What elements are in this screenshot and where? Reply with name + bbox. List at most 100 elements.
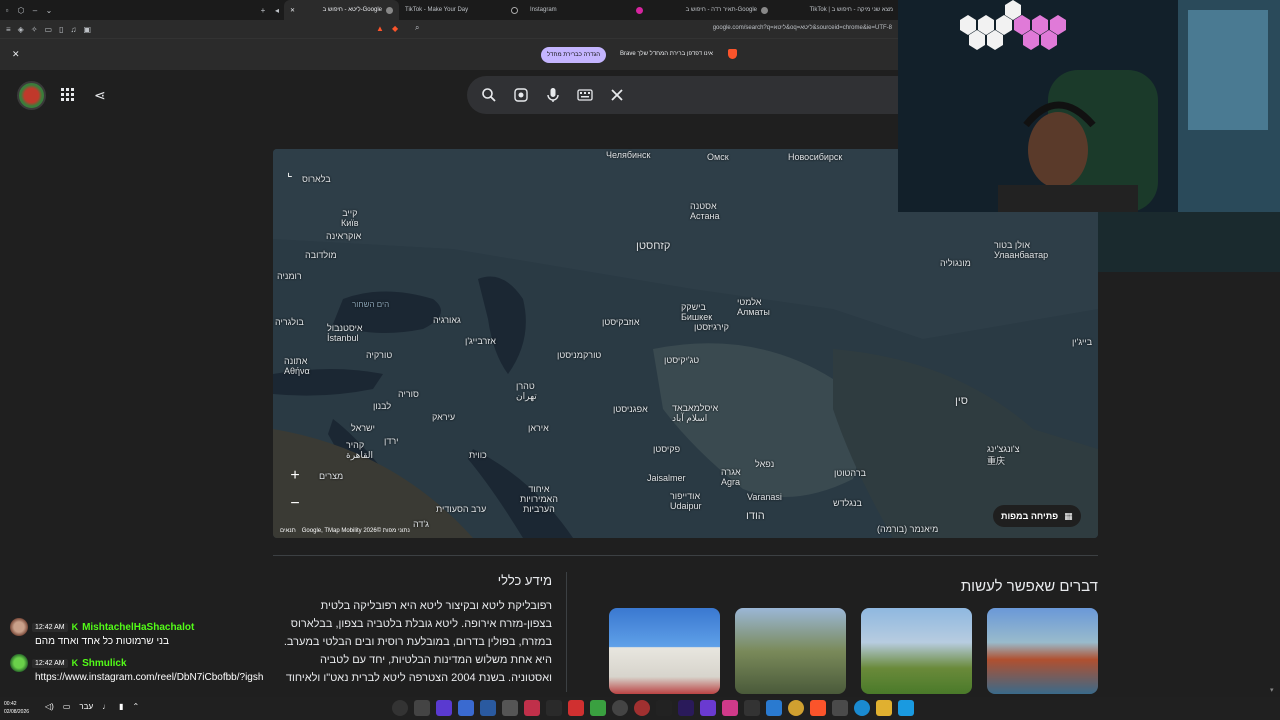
- start-icon[interactable]: [898, 700, 914, 716]
- speaker-icon[interactable]: ◂: [270, 6, 284, 15]
- search-bar[interactable]: [467, 76, 907, 114]
- microphone-icon[interactable]: ♩: [102, 702, 110, 711]
- shield-icon[interactable]: ◈: [18, 25, 24, 34]
- battery-icon[interactable]: ▮: [119, 702, 123, 711]
- things-to-do-title: דברים שאפשר לעשות: [960, 578, 1098, 595]
- map-label: צ'ונגצ'ינג 重庆: [987, 444, 1020, 466]
- terms-link[interactable]: תנאים: [280, 528, 296, 534]
- extension-icon[interactable]: ✧: [31, 25, 38, 34]
- attraction-card-hill-of-crosses[interactable]: [735, 608, 846, 694]
- map-label: טהרן تهران: [516, 381, 537, 401]
- zoom-out-button[interactable]: −: [290, 495, 299, 513]
- map-label: בישקק Бишкек: [681, 302, 713, 322]
- music-icon[interactable]: ♫: [71, 25, 77, 34]
- map-label: קירגיזסטן: [694, 322, 729, 332]
- clock[interactable]: 00:42 02/08/2026: [4, 700, 29, 716]
- scroll-down-icon[interactable]: ▾: [1270, 686, 1274, 694]
- chatgpt-icon[interactable]: [612, 700, 628, 716]
- map-label: בייג'ין: [1072, 337, 1093, 347]
- app-icon[interactable]: [744, 700, 760, 716]
- app-icon[interactable]: [634, 700, 650, 716]
- map-label: Jaisalmer: [647, 473, 686, 483]
- lens-icon[interactable]: [513, 87, 529, 103]
- tab-label: תאיר רדה - חיפוש ב-Google: [685, 7, 757, 13]
- brave-icon[interactable]: [810, 700, 826, 716]
- map-label: איסלמאבאד اسلام آباد: [672, 403, 719, 423]
- map-label: גאורגיה: [433, 315, 461, 325]
- zoom-in-button[interactable]: +: [290, 467, 299, 485]
- app-icon[interactable]: [414, 700, 430, 716]
- clear-search-icon[interactable]: [609, 87, 625, 103]
- tab-icon[interactable]: ▭: [45, 25, 53, 34]
- app-icon[interactable]: [722, 700, 738, 716]
- map-label: Varanasi: [747, 492, 782, 502]
- brave-shields-icon[interactable]: ◆: [392, 24, 398, 33]
- map-label: אתונה Αθήνα: [284, 356, 310, 376]
- kick-badge-icon: K: [71, 622, 79, 632]
- close-tab-icon[interactable]: ✕: [290, 7, 295, 14]
- set-default-button[interactable]: הגדרה כברירת מחדל: [541, 47, 607, 63]
- brave-logo-icon[interactable]: ⬡: [14, 6, 28, 15]
- attraction-card-castle-hill[interactable]: [861, 608, 972, 694]
- fullscreen-icon[interactable]: ⌞: [287, 165, 293, 179]
- microphone-icon[interactable]: [545, 87, 561, 103]
- map-label: אזרבייג'ן: [465, 336, 496, 346]
- map-icon: ▦: [1064, 510, 1073, 521]
- volume-icon[interactable]: ◁): [45, 702, 54, 711]
- chrome-icon[interactable]: [788, 700, 804, 716]
- app-icon[interactable]: [590, 700, 606, 716]
- tab-instagram[interactable]: Instagram: [524, 0, 649, 20]
- avatar: [10, 618, 28, 636]
- tab-tiktok[interactable]: TikTok - Make Your Day: [399, 0, 524, 20]
- avatar[interactable]: [17, 81, 46, 110]
- attraction-card-trakai-castle[interactable]: [987, 608, 1098, 694]
- language-indicator[interactable]: עבר: [79, 702, 93, 711]
- app-icon[interactable]: [458, 700, 474, 716]
- map-label: ירדן: [384, 436, 399, 446]
- tab-label: Instagram: [530, 7, 557, 13]
- attraction-card-cathedral[interactable]: [609, 608, 720, 694]
- chevron-down-icon[interactable]: ⌄: [42, 6, 56, 15]
- chevron-up-icon[interactable]: ⌃: [133, 702, 140, 711]
- minimize-icon[interactable]: –: [28, 6, 42, 15]
- instagram-favicon-icon: [636, 6, 643, 14]
- app-icon[interactable]: [480, 700, 496, 716]
- app-icon[interactable]: [436, 700, 452, 716]
- menu-icon[interactable]: ≡: [6, 25, 11, 34]
- url-field[interactable]: google.com/search?q=ליטא&oq=ליטא&sourcei…: [713, 25, 892, 31]
- app-icon[interactable]: [700, 700, 716, 716]
- tab-lithuania-search[interactable]: ✕ לִיטא - חיפוש ב-Google: [284, 0, 399, 20]
- edge-icon[interactable]: [854, 700, 870, 716]
- search-icon[interactable]: [481, 87, 497, 103]
- app-icon[interactable]: [832, 700, 848, 716]
- new-tab-button[interactable]: +: [256, 6, 270, 15]
- tab-tair-search[interactable]: תאיר רדה - חיפוש ב-Google: [649, 0, 774, 20]
- brave-rewards-icon[interactable]: ▲: [376, 24, 384, 33]
- open-in-maps-button[interactable]: פתיחה במפות ▦: [993, 505, 1081, 527]
- share-icon[interactable]: ⋖: [94, 87, 106, 104]
- attribution-text: Google, TMap Mobility 2026© נתוני מפות: [301, 528, 410, 534]
- map-label: קייב Київ: [341, 208, 359, 228]
- map-label: אוזבקיסטן: [602, 317, 640, 327]
- sidebar-icon[interactable]: ▯: [59, 25, 63, 34]
- close-icon[interactable]: ✕: [12, 49, 20, 60]
- app-icon[interactable]: [766, 700, 782, 716]
- kick-badge-icon: K: [71, 658, 79, 668]
- divider: [273, 555, 1098, 556]
- search-icon[interactable]: ⌕: [415, 23, 419, 33]
- keyboard-icon[interactable]: [577, 87, 593, 103]
- map-label: אגרה Agra: [721, 467, 741, 487]
- menu-icon[interactable]: ▫: [0, 6, 14, 15]
- obs-icon[interactable]: [392, 700, 408, 716]
- premiere-icon[interactable]: [678, 700, 694, 716]
- app-icon[interactable]: [546, 700, 562, 716]
- wallet-icon[interactable]: ▣: [84, 25, 92, 34]
- apps-grid-icon[interactable]: [61, 88, 74, 101]
- file-explorer-icon[interactable]: [876, 700, 892, 716]
- app-icon[interactable]: [524, 700, 540, 716]
- network-icon[interactable]: ▭: [63, 702, 71, 711]
- tab-tiktok-search[interactable]: TikTok | מצא שני מיקה - חיפוש ב: [774, 0, 899, 20]
- app-icon[interactable]: [656, 700, 672, 716]
- app-icon[interactable]: [568, 700, 584, 716]
- app-icon[interactable]: [502, 700, 518, 716]
